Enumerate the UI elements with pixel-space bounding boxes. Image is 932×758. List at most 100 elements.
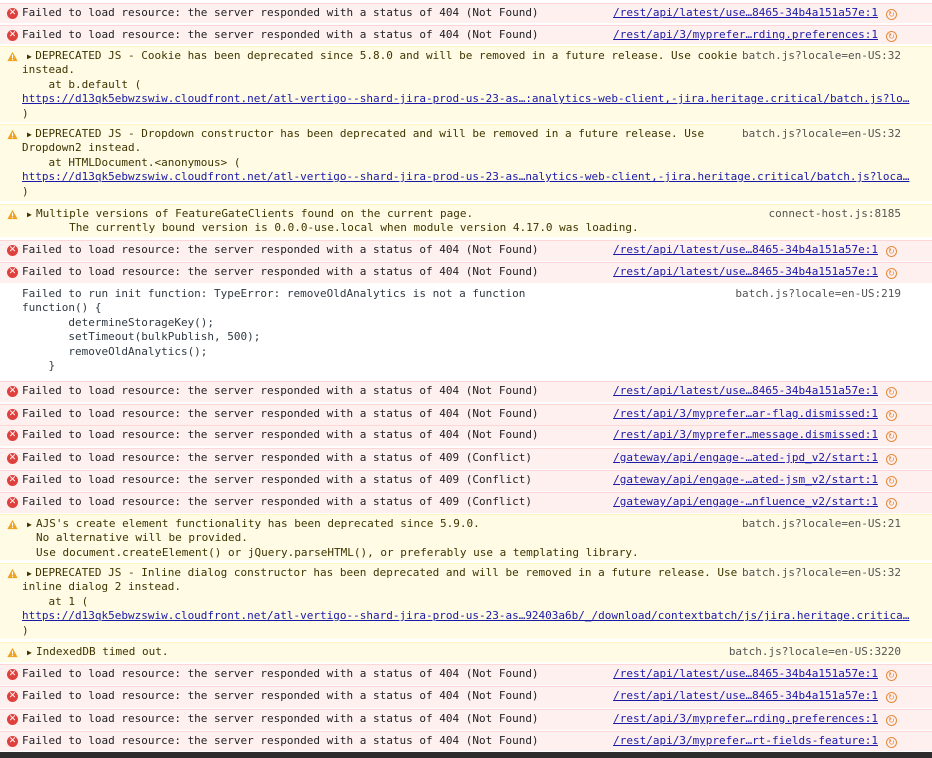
network-panel-icon[interactable]: ↻ <box>886 692 897 703</box>
error-icon: ✕ <box>7 669 18 680</box>
message-text: Failed to load resource: the server resp… <box>22 451 532 464</box>
log-message[interactable]: Failed to run init function: TypeError: … <box>0 285 932 380</box>
error-icon: ✕ <box>7 267 18 278</box>
network-panel-icon[interactable]: ↻ <box>886 431 897 442</box>
warning-icon <box>7 129 18 140</box>
stack-close-paren: ) <box>22 623 29 637</box>
expand-triangle-icon[interactable]: ▶ <box>27 518 32 532</box>
error-icon: ✕ <box>7 30 18 41</box>
message-text: IndexedDB timed out. <box>36 645 169 658</box>
warning-message[interactable]: ▶ DEPRECATED JS - Inline dialog construc… <box>0 563 932 640</box>
source-link[interactable]: /rest/api/3/myprefer…message.dismissed:1 <box>613 428 878 442</box>
error-message[interactable]: ✕ Failed to load resource: the server res… <box>0 262 932 284</box>
error-message[interactable]: ✕ Failed to load resource: the server res… <box>0 470 932 492</box>
error-icon: ✕ <box>7 430 18 441</box>
message-text: Failed to load resource: the server resp… <box>22 667 539 680</box>
network-panel-icon[interactable]: ↻ <box>886 454 897 465</box>
network-panel-icon[interactable]: ↻ <box>886 9 897 20</box>
source-link[interactable]: /rest/api/3/myprefer…rding.preferences:1 <box>613 712 878 726</box>
source-link[interactable]: /rest/api/3/myprefer…rding.preferences:1 <box>613 28 878 42</box>
stack-url-link[interactable]: https://d13qk5ebwzswiw.cloudfront.net/at… <box>22 609 909 623</box>
source-link[interactable]: connect-host.js:8185 <box>769 207 901 221</box>
source-link[interactable]: /rest/api/latest/use…8465-34b4a151a57e:1 <box>613 6 878 20</box>
source-link[interactable]: /rest/api/latest/use…8465-34b4a151a57e:1 <box>613 243 878 257</box>
error-icon: ✕ <box>7 8 18 19</box>
expand-triangle-icon[interactable]: ▶ <box>27 646 32 660</box>
network-panel-icon[interactable]: ↻ <box>886 715 897 726</box>
error-icon: ✕ <box>7 409 18 420</box>
stack-url-link[interactable]: https://d13qk5ebwzswiw.cloudfront.net/at… <box>22 170 909 184</box>
message-text: DEPRECATED JS - Inline dialog constructo… <box>22 566 738 608</box>
error-icon: ✕ <box>7 245 18 256</box>
warning-message[interactable]: ▶ AJS's create element functionality has … <box>0 514 932 561</box>
error-icon: ✕ <box>7 497 18 508</box>
bottom-bar <box>0 752 932 758</box>
source-link[interactable]: batch.js?locale=en-US:3220 <box>729 645 901 659</box>
message-text: Failed to load resource: the server resp… <box>22 407 539 420</box>
network-panel-icon[interactable]: ↻ <box>886 670 897 681</box>
source-link[interactable]: /gateway/api/engage-…nfluence_v2/start:1 <box>613 495 878 509</box>
warning-icon <box>7 209 18 220</box>
warning-icon <box>7 519 18 530</box>
message-text: Multiple versions of FeatureGateClients … <box>36 207 639 235</box>
error-message[interactable]: ✕ Failed to load resource: the server res… <box>0 731 932 752</box>
network-panel-icon[interactable]: ↻ <box>886 268 897 279</box>
error-message[interactable]: ✕ Failed to load resource: the server res… <box>0 3 932 24</box>
stack-url-link[interactable]: https://d13qk5ebwzswiw.cloudfront.net/at… <box>22 92 909 106</box>
warning-message[interactable]: ▶ IndexedDB timed out. batch.js?locale=en-… <box>0 642 932 663</box>
error-icon: ✕ <box>7 714 18 725</box>
source-link[interactable]: /rest/api/latest/use…8465-34b4a151a57e:1 <box>613 265 878 279</box>
source-link[interactable]: /rest/api/3/myprefer…rt-fields-feature:1 <box>613 734 878 748</box>
message-text: Failed to load resource: the server resp… <box>22 243 539 256</box>
message-text: AJS's create element functionality has b… <box>36 517 639 559</box>
message-text: Failed to load resource: the server resp… <box>22 473 532 486</box>
stack-close-paren: ) <box>22 184 29 198</box>
source-link[interactable]: batch.js?locale=en-US:32 <box>742 566 901 580</box>
error-icon: ✕ <box>7 736 18 747</box>
message-text: Failed to load resource: the server resp… <box>22 712 539 725</box>
source-link[interactable]: batch.js?locale=en-US:219 <box>735 287 901 301</box>
error-message[interactable]: ✕ Failed to load resource: the server res… <box>0 448 932 470</box>
warning-icon <box>7 568 18 579</box>
error-message[interactable]: ✕ Failed to load resource: the server res… <box>0 404 932 426</box>
source-link[interactable]: /rest/api/latest/use…8465-34b4a151a57e:1 <box>613 689 878 703</box>
error-message[interactable]: ✕ Failed to load resource: the server res… <box>0 686 932 709</box>
network-panel-icon[interactable]: ↻ <box>886 498 897 509</box>
message-text: Failed to load resource: the server resp… <box>22 689 539 702</box>
error-message[interactable]: ✕ Failed to load resource: the server res… <box>0 240 932 262</box>
warning-message[interactable]: ▶ DEPRECATED JS - Cookie has been deprec… <box>0 46 932 123</box>
warning-message[interactable]: ▶ Multiple versions of FeatureGateClients… <box>0 204 932 238</box>
error-message[interactable]: ✕ Failed to load resource: the server res… <box>0 425 932 447</box>
source-link[interactable]: /rest/api/3/myprefer…ar-flag.dismissed:1 <box>613 407 878 421</box>
source-link[interactable]: /rest/api/latest/use…8465-34b4a151a57e:1 <box>613 384 878 398</box>
network-panel-icon[interactable]: ↻ <box>886 387 897 398</box>
network-panel-icon[interactable]: ↻ <box>886 476 897 487</box>
error-message[interactable]: ✕ Failed to load resource: the server res… <box>0 25 932 45</box>
message-text: Failed to load resource: the server resp… <box>22 384 539 397</box>
error-message[interactable]: ✕ Failed to load resource: the server res… <box>0 492 932 514</box>
source-link[interactable]: batch.js?locale=en-US:21 <box>742 517 901 531</box>
error-message[interactable]: ✕ Failed to load resource: the server res… <box>0 664 932 686</box>
error-message[interactable]: ✕ Failed to load resource: the server res… <box>0 709 932 731</box>
error-icon: ✕ <box>7 386 18 397</box>
expand-triangle-icon[interactable]: ▶ <box>27 208 32 222</box>
network-panel-icon[interactable]: ↻ <box>886 246 897 257</box>
error-icon: ✕ <box>7 453 18 464</box>
network-panel-icon[interactable]: ↻ <box>886 737 897 748</box>
warning-icon <box>7 647 18 658</box>
source-link[interactable]: /gateway/api/engage-…ated-jpd_v2/start:1 <box>613 451 878 465</box>
message-text: DEPRECATED JS - Dropdown constructor has… <box>22 127 705 169</box>
source-link[interactable]: batch.js?locale=en-US:32 <box>742 127 901 141</box>
source-link[interactable]: batch.js?locale=en-US:32 <box>742 49 901 63</box>
message-text: Failed to load resource: the server resp… <box>22 495 532 508</box>
network-panel-icon[interactable]: ↻ <box>886 410 897 421</box>
network-panel-icon[interactable]: ↻ <box>886 31 897 42</box>
error-message[interactable]: ✕ Failed to load resource: the server res… <box>0 381 932 403</box>
warning-icon <box>7 51 18 62</box>
source-link[interactable]: /gateway/api/engage-…ated-jsm_v2/start:1 <box>613 473 878 487</box>
message-text: Failed to load resource: the server resp… <box>22 6 539 19</box>
message-text: Failed to load resource: the server resp… <box>22 28 539 41</box>
source-link[interactable]: /rest/api/latest/use…8465-34b4a151a57e:1 <box>613 667 878 681</box>
warning-message[interactable]: ▶ DEPRECATED JS - Dropdown constructor h… <box>0 124 932 202</box>
message-text: Failed to run init function: TypeError: … <box>22 287 526 373</box>
